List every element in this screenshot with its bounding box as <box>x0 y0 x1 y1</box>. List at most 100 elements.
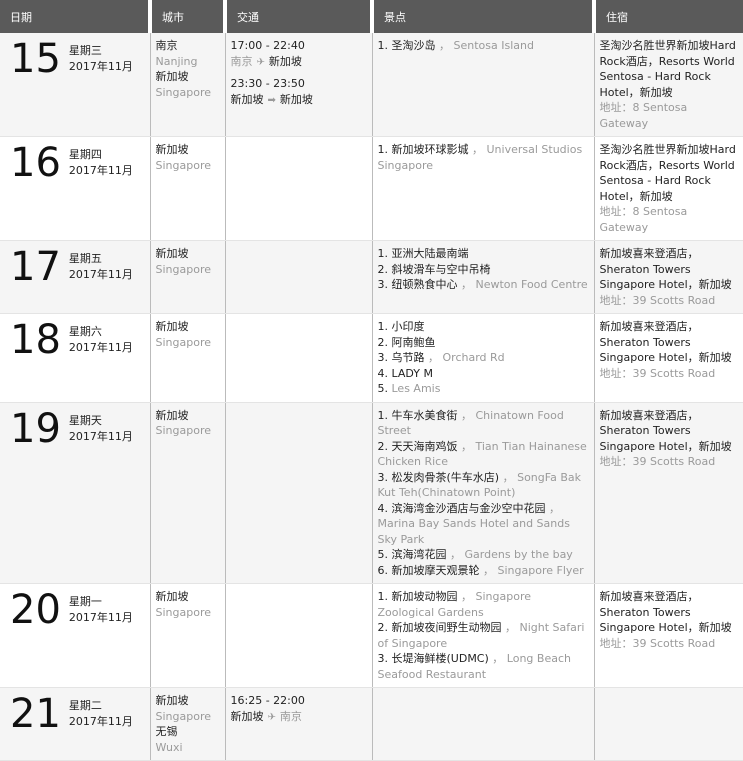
sight-number: 3. <box>377 278 389 291</box>
hotel-cell: 新加坡喜来登酒店，Sheraton Towers Singapore Hotel… <box>593 402 743 584</box>
sight-item[interactable]: 3. 松发肉骨茶(牛车水店) ， SongFa Bak Kut Teh(Chin… <box>378 470 589 501</box>
sight-number: 6. <box>377 563 389 577</box>
transport-segment[interactable]: 16:25 - 22:00 新加坡 ✈ 南京 <box>231 693 367 725</box>
sight-item[interactable]: 1. 圣淘沙岛 ， Sentosa Island <box>378 38 589 54</box>
hotel-address: 地址：39 Scotts Road <box>599 293 716 307</box>
transport-time: 23:30 - 23:50 <box>230 77 305 90</box>
table-row: 20 星期一 2017年11月 新加坡 Singapore 1. 新加坡动物园 ， Sin… <box>0 583 743 688</box>
date-cell: 17 星期五 2017年11月 <box>0 240 150 314</box>
transport-route: 南京 ✈ 新加坡 <box>231 54 367 71</box>
date-cell: 20 星期一 2017年11月 <box>0 583 150 688</box>
separator: ， <box>545 501 560 515</box>
month: 2017年11月 <box>68 60 133 73</box>
sight-item[interactable]: 4. 滨海湾金沙酒店与金沙空中花园 ， Marina Bay Sands Hot… <box>378 501 589 548</box>
sight-number: 1. <box>377 143 389 156</box>
month: 2017年11月 <box>68 164 133 177</box>
sight-item[interactable]: 1. 牛车水美食街 ， Chinatown Food Street <box>378 408 589 439</box>
sight-name-en: Gardens by the bay <box>464 548 573 561</box>
transport-route: 新加坡 ✈ 南京 <box>231 709 367 726</box>
header-transport: 交通 <box>223 0 372 33</box>
weekday: 星期六 <box>68 325 102 338</box>
date-cell: 15 星期三 2017年11月 <box>0 33 150 137</box>
hotel-name[interactable]: 圣淘沙名胜世界新加坡Hard Rock酒店，Resorts World Sent… <box>600 38 739 100</box>
city-name-cn: 新加坡 <box>155 247 189 260</box>
sight-item[interactable]: 6. 新加坡摩天观景轮 ， Singapore Flyer <box>378 563 589 579</box>
sight-item[interactable]: 5. 滨海湾花园 ， Gardens by the bay <box>378 547 589 563</box>
hotel-cell: 新加坡喜来登酒店，Sheraton Towers Singapore Hotel… <box>593 313 743 403</box>
separator: ， <box>468 143 487 156</box>
transport-time: 16:25 - 22:00 <box>230 694 305 707</box>
table-row: 16 星期四 2017年11月 新加坡 Singapore 1. 新加坡环球影城 ， Un… <box>0 136 743 241</box>
sight-name-en: Singapore Flyer <box>497 563 584 577</box>
sight-item[interactable]: 2. 斜坡滑车与空中吊椅 <box>378 262 589 278</box>
transport-cell <box>224 240 372 314</box>
city-name-en: Singapore <box>155 158 212 172</box>
sight-item[interactable]: 1. 亚洲大陆最南端 <box>378 246 589 262</box>
header-sights: 景点 <box>370 0 594 33</box>
separator: ， <box>446 548 465 561</box>
sight-number: 2. <box>377 262 389 276</box>
route-from: 新加坡 <box>230 709 264 723</box>
sight-item[interactable]: 3. 乌节路 ， Orchard Rd <box>378 350 589 366</box>
day-number: 21 <box>10 691 61 737</box>
sight-item[interactable]: 3. 长堤海鲜楼(UDMC) ， Long Beach Seafood Rest… <box>378 651 589 682</box>
separator: ， <box>435 39 454 52</box>
sight-number: 2. <box>377 335 389 349</box>
city-name-en: Singapore <box>155 605 212 619</box>
sight-item[interactable]: 1. 新加坡动物园 ， Singapore Zoological Gardens <box>378 589 589 620</box>
header-hotel: 住宿 <box>592 0 743 33</box>
city-name-en: Singapore <box>155 262 212 276</box>
plane-icon: ✈ <box>256 56 265 68</box>
sight-item[interactable]: 4. LADY M <box>378 366 589 382</box>
sight-number: 3. <box>377 470 389 484</box>
sights-cell: 1. 牛车水美食街 ， Chinatown Food Street 2. 天天海南… <box>371 402 594 584</box>
separator: ， <box>488 652 507 665</box>
sight-number: 1. <box>377 247 389 260</box>
itinerary-table: 日期 城市 交通 景点 住宿 15 星期三 2017年11月 南京 Nanjing 新加坡… <box>0 0 743 761</box>
sight-item[interactable]: 3. 纽顿熟食中心 ， Newton Food Centre <box>378 277 589 293</box>
sight-name-cn: 滨海湾花园 <box>391 548 447 561</box>
hotel-name[interactable]: 新加坡喜来登酒店，Sheraton Towers Singapore Hotel… <box>600 319 739 366</box>
weekday: 星期五 <box>68 252 102 265</box>
hotel-name[interactable]: 新加坡喜来登酒店，Sheraton Towers Singapore Hotel… <box>600 408 739 455</box>
hotel-name[interactable]: 圣淘沙名胜世界新加坡Hard Rock酒店，Resorts World Sent… <box>600 142 739 204</box>
hotel-name[interactable]: 新加坡喜来登酒店，Sheraton Towers Singapore Hotel… <box>600 246 739 293</box>
day-number: 19 <box>10 405 61 452</box>
city-name-cn: 新加坡 <box>155 694 189 707</box>
date-cell: 19 星期天 2017年11月 <box>0 402 150 584</box>
date-block: 15 星期三 2017年11月 <box>10 39 140 79</box>
transport-segment[interactable]: 17:00 - 22:40 南京 ✈ 新加坡 <box>231 38 367 70</box>
month: 2017年11月 <box>68 341 133 354</box>
hotel-name[interactable]: 新加坡喜来登酒店，Sheraton Towers Singapore Hotel… <box>600 589 739 636</box>
separator: ， <box>457 278 476 291</box>
sight-name-en: Les Amis <box>391 382 441 395</box>
weekday: 星期三 <box>68 44 102 57</box>
sight-name-cn: 松发肉骨茶(牛车水店) <box>391 470 500 484</box>
sight-number: 5. <box>377 382 389 395</box>
city-name-cn: 无锡 <box>155 725 178 738</box>
separator: ， <box>457 408 476 422</box>
day-number: 17 <box>10 244 61 290</box>
date-block: 18 星期六 2017年11月 <box>10 320 140 360</box>
sight-number: 3. <box>377 652 389 665</box>
sight-name-cn: 牛车水美食街 <box>391 408 458 422</box>
sight-name-cn: 长堤海鲜楼(UDMC) <box>391 652 489 665</box>
day-number: 15 <box>10 36 61 82</box>
date-sub: 星期四 2017年11月 <box>69 147 133 179</box>
sight-name-cn: LADY M <box>391 366 433 380</box>
sight-item[interactable]: 2. 阿南鲍鱼 <box>378 335 589 351</box>
route-to: 新加坡 <box>279 92 313 106</box>
sight-item[interactable]: 1. 小印度 <box>378 319 589 335</box>
sight-item[interactable]: 2. 天天海南鸡饭 ， Tian Tian Hainanese Chicken … <box>378 439 589 470</box>
separator: ， <box>499 470 518 484</box>
sight-name-cn: 滨海湾金沙酒店与金沙空中花园 <box>391 501 546 515</box>
city-name-cn: 新加坡 <box>155 408 189 422</box>
sight-name-cn: 新加坡环球影城 <box>391 143 469 156</box>
sight-item[interactable]: 5. Les Amis <box>378 381 589 397</box>
transport-segment[interactable]: 23:30 - 23:50 新加坡 ➡ 新加坡 <box>231 76 367 108</box>
sight-item[interactable]: 1. 新加坡环球影城 ， Universal Studios Singapore <box>378 142 589 173</box>
sight-number: 2. <box>377 439 389 453</box>
city-name-en: Singapore <box>155 85 212 99</box>
date-block: 17 星期五 2017年11月 <box>10 247 140 287</box>
sight-item[interactable]: 2. 新加坡夜间野生动物园 ， Night Safari of Singapor… <box>378 620 589 651</box>
